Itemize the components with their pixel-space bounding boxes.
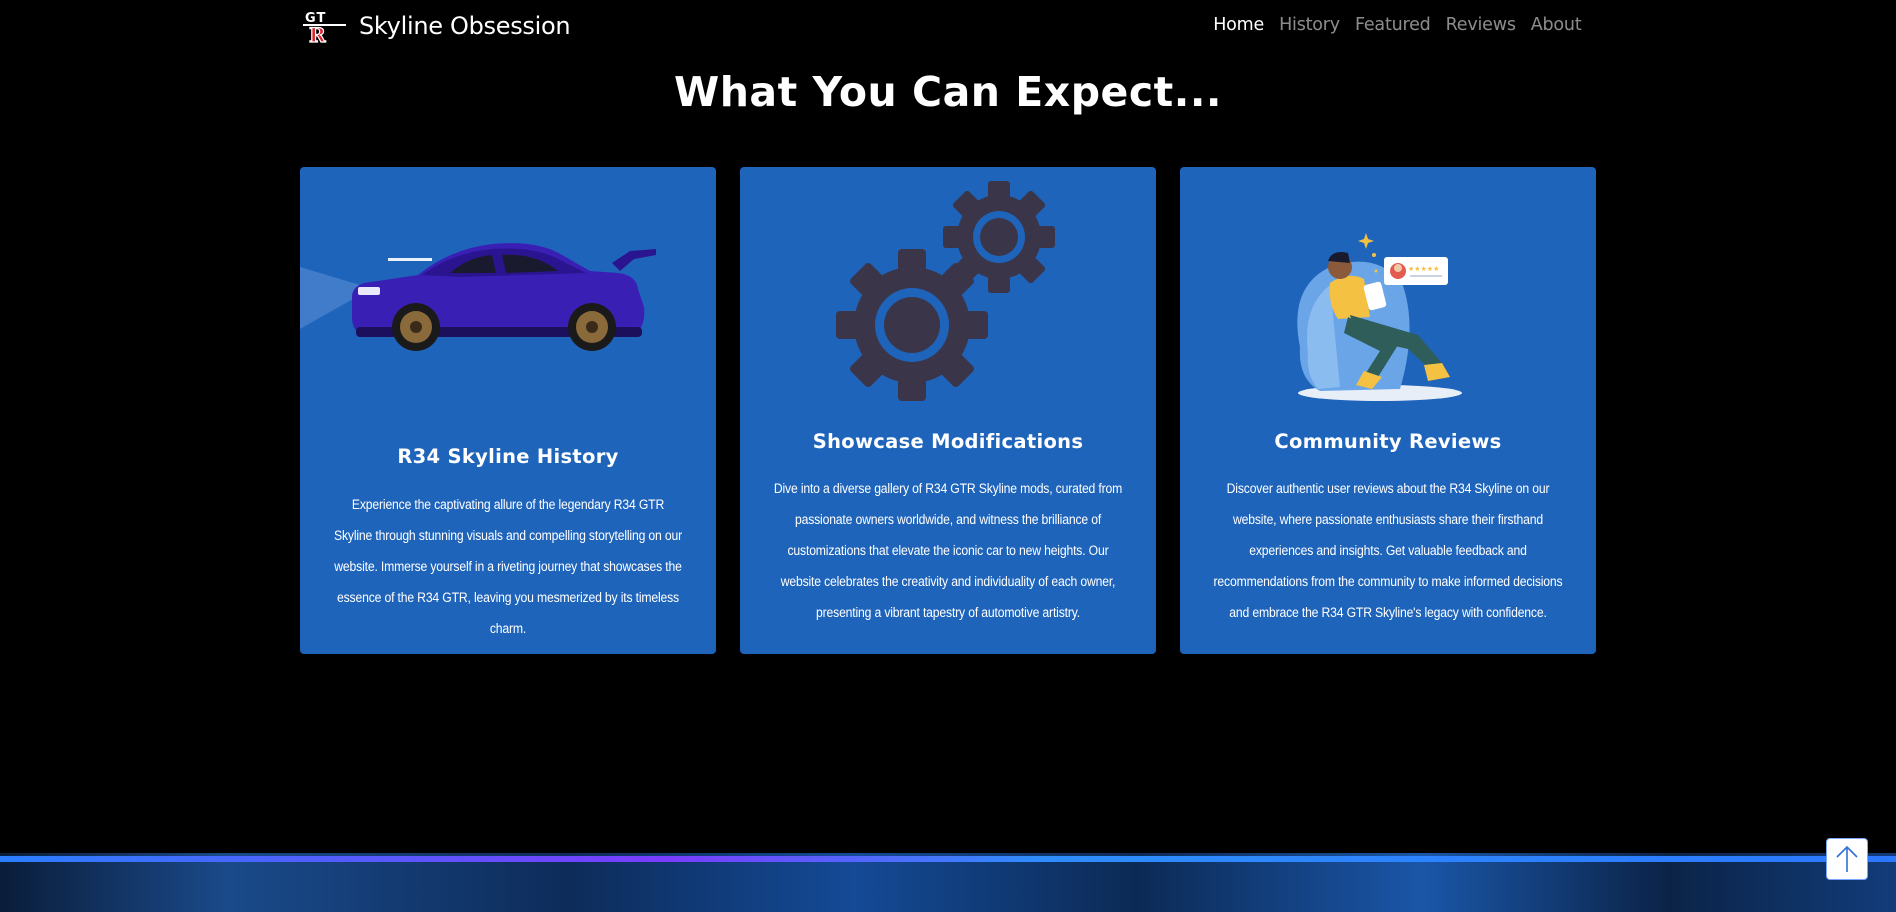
brand-link[interactable]: GT R Skyline Obsession (303, 9, 571, 43)
nav-link-about[interactable]: About (1523, 15, 1589, 35)
nav-link-featured[interactable]: Featured (1347, 15, 1438, 35)
card-title: R34 Skyline History (397, 445, 619, 468)
back-to-top-button[interactable] (1826, 838, 1868, 880)
card-text: Dive into a diverse gallery of R34 GTR S… (773, 481, 1123, 621)
nav-links: Home History Featured Reviews About (1206, 15, 1589, 35)
nav-link-home[interactable]: Home (1206, 15, 1272, 35)
feature-card-reviews: ★★★★★ Community Reviews Discover authent… (1180, 167, 1596, 654)
gears-icon (836, 181, 1055, 401)
nav-link-history[interactable]: History (1272, 15, 1348, 35)
svg-text:★★★★★: ★★★★★ (1408, 265, 1439, 273)
card-text: Discover authentic user reviews about th… (1213, 481, 1563, 621)
footer-divider (0, 856, 1896, 862)
feature-card-history: R34 Skyline History Experience the capti… (300, 167, 716, 654)
reviewer-illustration: ★★★★★ (1297, 233, 1462, 401)
brand-name: Skyline Obsession (359, 12, 571, 40)
card-title: Showcase Modifications (812, 430, 1084, 453)
card-title: Community Reviews (1274, 430, 1502, 453)
feature-card-modifications: Showcase Modifications Dive into a diver… (740, 167, 1156, 654)
section-title: What You Can Expect... (674, 68, 1222, 116)
arrow-up-icon (1836, 845, 1858, 872)
nav-link-reviews[interactable]: Reviews (1438, 15, 1523, 35)
svg-text:R: R (309, 23, 326, 43)
gtr-logo-icon: GT R (303, 11, 346, 43)
car-icon (300, 243, 656, 351)
navbar: GT R Skyline Obsession Home History Feat… (0, 0, 1896, 56)
card-text: Experience the captivating allure of the… (334, 497, 682, 637)
